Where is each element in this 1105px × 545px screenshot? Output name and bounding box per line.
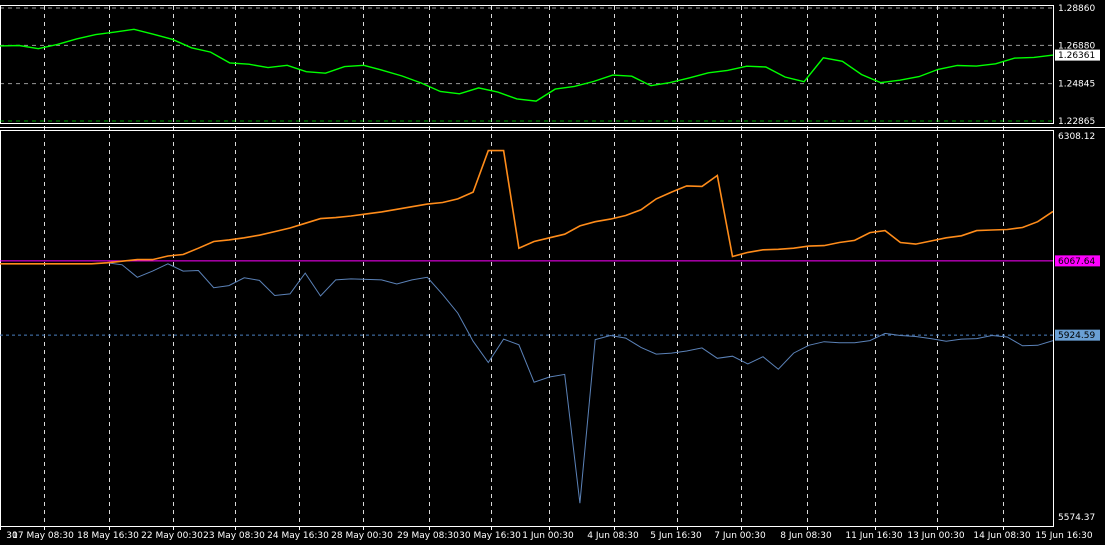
time-tick-label: 1 Jun 00:30 [522,531,574,541]
time-tick-label: 5 Jun 16:30 [650,531,702,541]
time-tick-label: 7 Jun 00:30 [714,531,766,541]
time-tick-label: 23 May 08:30 [203,531,265,541]
balance-tick-label: 5574.37 [1058,513,1095,523]
time-tick-label: 17 May 08:30 [12,531,74,541]
price-current-badge: 1.26361 [1055,49,1100,61]
reference-badge-value: 6067.64 [1058,257,1095,267]
price-tick-label: 1.24845 [1058,80,1095,90]
chart-background [0,0,1105,545]
reference-badge-value: 5924.59 [1058,331,1095,341]
time-tick-label: 24 May 16:30 [267,531,329,541]
balance-tick-label: 6308.12 [1058,132,1095,142]
time-tick-label: 8 Jun 08:30 [780,531,832,541]
price-tick-label: 1.22865 [1058,117,1095,127]
reference-badge: 5924.59 [1055,329,1100,341]
chart-canvas[interactable]: 1.288601.268801.248451.22865 1.26361 630… [0,0,1105,545]
time-tick-label: 18 May 16:30 [77,531,139,541]
time-tick-label: 30 May 16:30 [459,531,521,541]
time-tick-label: 29 May 08:30 [397,531,459,541]
time-tick-label: 14 Jun 08:30 [973,531,1030,541]
price-current-value: 1.26361 [1058,51,1095,61]
time-tick-label: 28 May 00:30 [331,531,393,541]
time-tick-label: 15 Jun 16:30 [1035,531,1092,541]
trading-chart[interactable]: 1.28860 1.26880 1.24845 1.22865 1.26361 630… [0,0,1105,545]
time-tick-label: 11 Jun 16:30 [845,531,902,541]
time-tick-label: 4 Jun 08:30 [587,531,639,541]
price-tick-label: 1.28860 [1058,4,1095,14]
time-tick-label: 22 May 00:30 [141,531,203,541]
time-tick-label: 13 Jun 00:30 [907,531,964,541]
reference-badge: 6067.64 [1055,255,1100,267]
